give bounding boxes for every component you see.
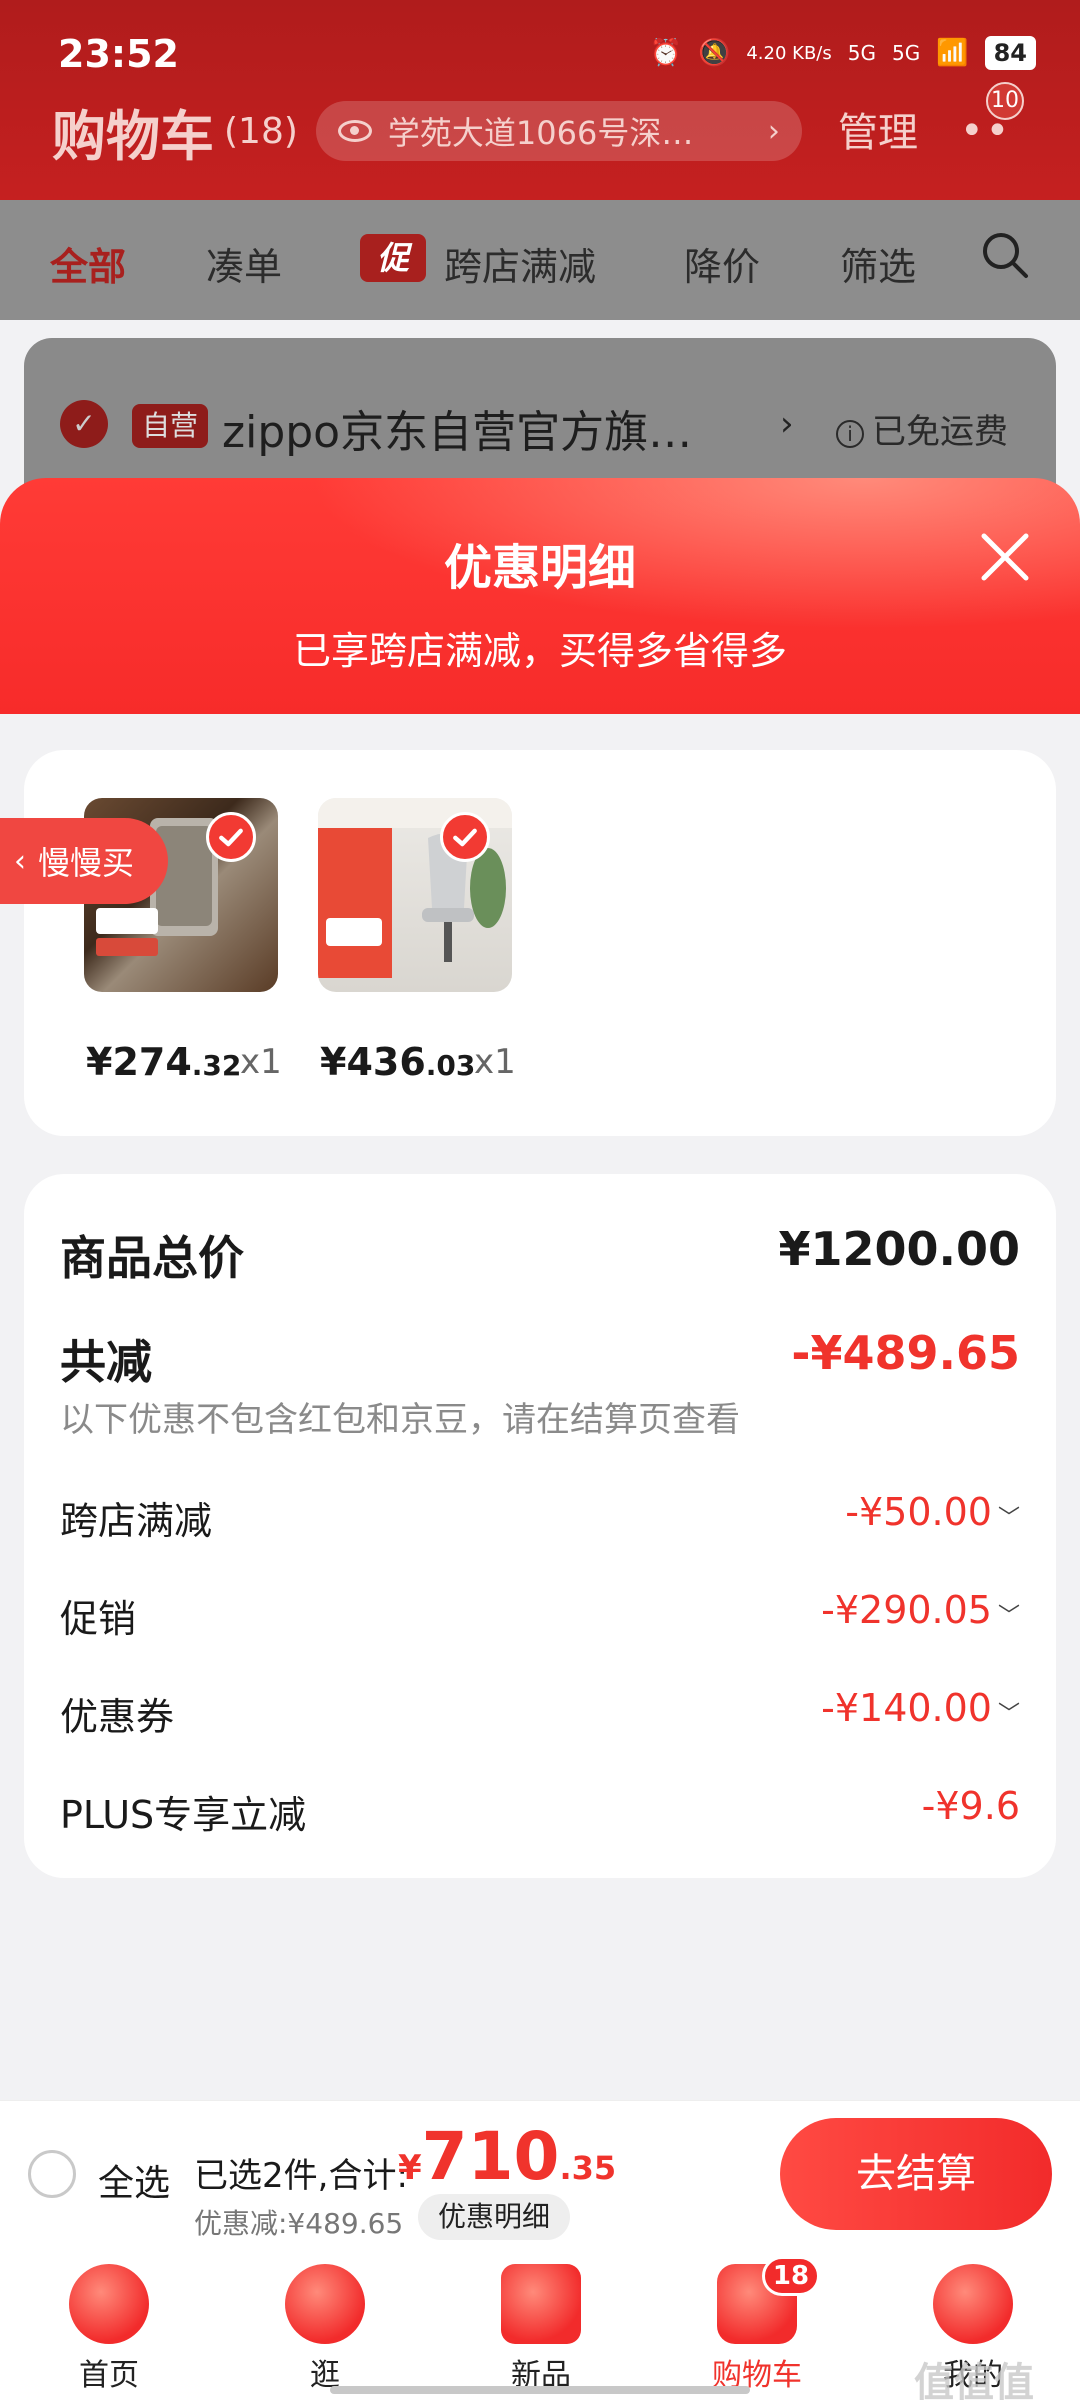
product-qty: x1 [240,1042,282,1082]
address-selector[interactable]: 学苑大道1066号深… › [315,101,802,161]
store-name[interactable]: zippo京东自营官方旗… [222,396,692,460]
cart-badge: 18 [762,2256,820,2296]
selected-count-text: 已选2件,合计: [194,2156,408,2196]
page-title: 购物车 [52,104,214,168]
chevron-down-icon: ﹀ [997,1702,1020,1727]
discount-amount-text: 优惠减:¥489.65 [194,2207,404,2240]
shipping-status: i 已免运费 [836,404,1008,453]
self-operated-badge: 自营 [132,404,208,448]
new-products-icon [501,2264,581,2344]
status-icons: ⏰ 🔕 4.20 KB/s 5G 5G 📶 84 [650,36,1036,70]
net-speed: 4.20 KB/s [746,42,832,64]
total-price-value: ¥1200.00 [778,1222,1020,1276]
watermark: 值值值 [914,2360,1034,2400]
home-indicator [330,2386,750,2394]
status-time: 23:52 [58,32,179,76]
promo-tag: 促 [360,234,426,282]
filter-combine[interactable]: 凑单 [206,236,282,291]
eye-icon [337,120,372,142]
alarm-icon: ⏰ [649,38,682,68]
filter-cross-store[interactable]: 跨店满减 [444,236,596,291]
search-icon[interactable] [980,230,1030,280]
filter-price-drop[interactable]: 降价 [684,236,760,291]
slow-buy-button[interactable]: ‹ 慢慢买 [0,818,168,904]
store-checkbox[interactable]: ✓ [60,400,108,448]
tab-home[interactable]: 首页 [34,2264,184,2394]
discount-row-value[interactable]: -¥290.05 ﹀ [821,1588,1020,1632]
select-all-radio[interactable] [28,2150,76,2198]
sim2-signal: 5G [891,41,921,65]
info-icon: i [836,419,864,448]
mute-icon: 🔕 [697,38,731,68]
product-check-icon[interactable] [206,812,256,862]
select-all-label[interactable]: 全选 [98,2154,170,2206]
status-bar: 23:52 ⏰ 🔕 4.20 KB/s 5G 5G 📶 84 [0,0,1080,100]
message-badge: 10 [986,82,1024,120]
home-icon [69,2264,149,2344]
discount-row-value: -¥9.6 [921,1784,1020,1828]
wifi-icon: 📶 [936,38,969,68]
chevron-down-icon: ﹀ [997,1506,1020,1531]
product-qty: x1 [474,1042,516,1082]
modal-title: 优惠明细 [443,540,636,596]
chevron-right-icon: › [767,113,780,149]
modal-subtitle: 已享跨店满减，买得多省得多 [292,629,787,673]
close-icon[interactable] [978,530,1032,584]
battery-level: 84 [984,36,1036,70]
discount-note: 以下优惠不包含红包和京豆，请在结算页查看 [60,1400,740,1440]
discount-detail-button[interactable]: 优惠明细 [418,2194,571,2240]
discount-row-label: 促销 [60,1597,137,1641]
filter-all[interactable]: 全部 [50,236,126,291]
discount-row-value[interactable]: -¥50.00 ﹀ [845,1490,1020,1534]
cart-count: (18) [224,110,298,152]
total-reduce-value: -¥489.65 [791,1326,1020,1380]
sim1-signal: 5G [847,41,876,65]
chevron-right-icon: › [780,404,794,444]
profile-icon [933,2264,1013,2344]
discount-row-label: 跨店满减 [60,1499,213,1543]
address-text: 学苑大道1066号深… [387,114,694,152]
shipping-text: 已免运费 [872,412,1008,452]
tab-browse[interactable]: 逛 [250,2264,400,2394]
total-price-label: 商品总价 [60,1231,244,1285]
checkout-button[interactable]: 去结算 [780,2118,1052,2230]
discount-row-value[interactable]: -¥140.00 ﹀ [821,1686,1020,1730]
discount-row-label: PLUS专享立减 [60,1793,307,1837]
product-price: ¥436.03 [320,1040,476,1084]
product-check-icon[interactable] [440,812,490,862]
browse-icon [285,2264,365,2344]
chevron-down-icon: ﹀ [997,1604,1020,1629]
chevron-left-icon: ‹ [14,843,26,879]
discount-row-label: 优惠券 [60,1695,175,1739]
product-price: ¥274.32 [86,1040,242,1084]
total-reduce-label: 共减 [60,1335,152,1389]
slow-buy-label: 慢慢买 [38,844,135,882]
selected-total: ¥710.35 [398,2118,617,2195]
tab-new[interactable]: 新品 [466,2264,616,2394]
filter-screen[interactable]: 筛选 [840,236,916,291]
tab-label: 首页 [79,2358,139,2393]
manage-button[interactable]: 管理 [838,100,918,158]
